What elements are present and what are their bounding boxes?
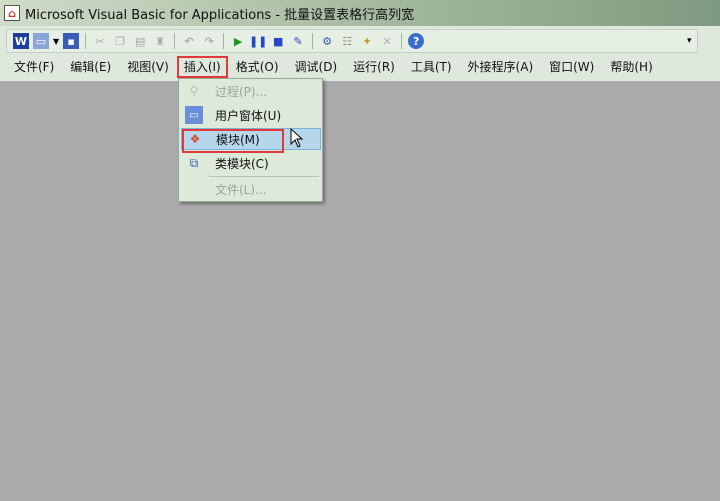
menu-item-file: 文件(L)...: [181, 178, 321, 200]
procedure-icon: ⚲: [189, 84, 199, 98]
break-icon[interactable]: ❚❚: [249, 33, 267, 49]
object-browser-icon[interactable]: ✦: [359, 33, 375, 49]
userform-icon: ▭: [185, 106, 203, 124]
cut-icon: ✂: [95, 34, 105, 48]
toolbar-options-icon[interactable]: ▾: [687, 36, 692, 46]
chevron-down-icon[interactable]: ▼: [53, 37, 59, 46]
find-icon: ♜: [155, 34, 166, 48]
mouse-cursor-icon: [290, 128, 304, 148]
menu-separator: [209, 176, 319, 177]
separator: [174, 33, 176, 49]
file-icon: [185, 180, 203, 198]
separator: [85, 33, 87, 49]
undo-icon: ↶: [184, 34, 194, 48]
menu-tools[interactable]: 工具(T): [403, 56, 460, 78]
menu-edit[interactable]: 编辑(E): [62, 56, 119, 78]
menu-item-userform[interactable]: ▭ 用户窗体(U): [181, 104, 321, 126]
menu-debug[interactable]: 调试(D): [287, 56, 346, 78]
menu-item-procedure: ⚲ 过程(P)...: [181, 80, 321, 102]
redo-icon: ↷: [204, 34, 214, 48]
insert-userform-icon[interactable]: ▭: [33, 33, 49, 49]
command-bars: W ▭ ▼ ▪ ✂ ❐ ▤ ♜ ↶ ↷ ▶ ❚❚ ■ ✎ ⚙ ☷ ✦ ✕ ? ▾…: [0, 26, 720, 82]
menu-addins[interactable]: 外接程序(A): [460, 56, 542, 78]
design-mode-icon[interactable]: ✎: [290, 33, 306, 49]
vba-app-icon: ⌂: [4, 5, 20, 21]
excel-view-icon[interactable]: W: [13, 33, 29, 49]
menu-item-class-module[interactable]: ⧉ 类模块(C): [181, 152, 321, 174]
project-explorer-icon[interactable]: ⚙: [319, 33, 335, 49]
paste-icon: ▤: [134, 34, 146, 48]
menu-run[interactable]: 运行(R): [345, 56, 403, 78]
help-icon[interactable]: ?: [408, 33, 425, 49]
save-icon[interactable]: ▪: [63, 33, 80, 49]
separator: [312, 33, 314, 49]
highlight-box: [182, 129, 284, 153]
separator: [223, 33, 225, 49]
copy-icon: ❐: [115, 34, 126, 48]
separator: [401, 33, 403, 49]
menu-insert[interactable]: 插入(I): [176, 56, 228, 78]
menu-bar: 文件(F) 编辑(E) 视图(V) 插入(I) 格式(O) 调试(D) 运行(R…: [6, 56, 661, 78]
reset-icon[interactable]: ■: [270, 33, 286, 49]
menu-format[interactable]: 格式(O): [228, 56, 287, 78]
menu-view[interactable]: 视图(V): [119, 56, 177, 78]
menu-help[interactable]: 帮助(H): [602, 56, 660, 78]
properties-icon[interactable]: ☷: [339, 33, 355, 49]
menu-window[interactable]: 窗口(W): [541, 56, 602, 78]
class-module-icon: ⧉: [189, 155, 199, 170]
title-bar: ⌂ Microsoft Visual Basic for Application…: [0, 0, 720, 26]
toolbox-icon: ✕: [382, 34, 392, 48]
run-icon[interactable]: ▶: [230, 33, 246, 49]
standard-toolbar: W ▭ ▼ ▪ ✂ ❐ ▤ ♜ ↶ ↷ ▶ ❚❚ ■ ✎ ⚙ ☷ ✦ ✕ ?: [6, 29, 698, 53]
menu-file[interactable]: 文件(F): [6, 56, 62, 78]
window-title: Microsoft Visual Basic for Applications …: [25, 7, 415, 23]
